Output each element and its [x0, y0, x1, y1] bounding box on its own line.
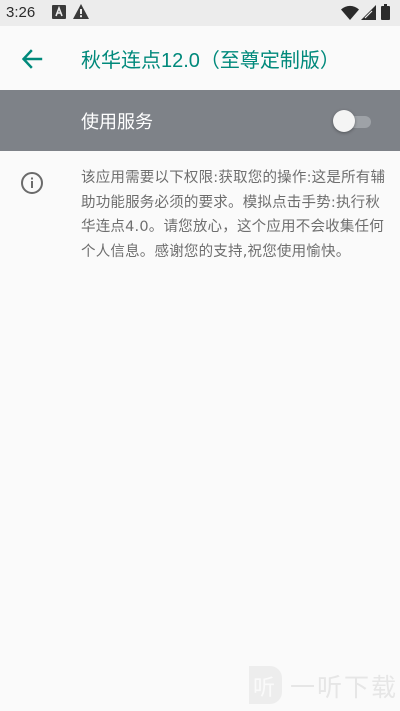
app-title: 秋华连点12.0（至尊定制版） — [81, 50, 340, 72]
status-time: 3:26 — [6, 4, 36, 21]
service-toggle[interactable] — [331, 108, 373, 134]
permission-description: 该应用需要以下权限:获取您的操作:这是所有辅助功能服务必须的要求。模拟点击手势:… — [81, 170, 386, 260]
back-button[interactable] — [14, 41, 50, 77]
arrow-left-icon — [21, 49, 43, 69]
info-icon — [21, 172, 43, 194]
svg-text:听: 听 — [253, 676, 275, 701]
wifi-icon — [341, 5, 359, 20]
signal-icon — [361, 5, 376, 20]
status-bar: 3:26 — [0, 0, 400, 26]
watermark-text: 一听下载 — [290, 673, 399, 702]
a-square-icon — [52, 5, 66, 19]
app-bar: 秋华连点12.0（至尊定制版） — [0, 26, 400, 90]
watermark: 听 一听下载 — [246, 662, 400, 708]
watermark-logo-icon: 听 — [249, 666, 282, 704]
toggle-thumb — [333, 110, 355, 132]
warning-icon — [73, 4, 89, 19]
service-switch-label: 使用服务 — [81, 112, 153, 133]
service-switch-bar[interactable]: 使用服务 — [0, 90, 400, 151]
battery-icon — [381, 4, 390, 20]
